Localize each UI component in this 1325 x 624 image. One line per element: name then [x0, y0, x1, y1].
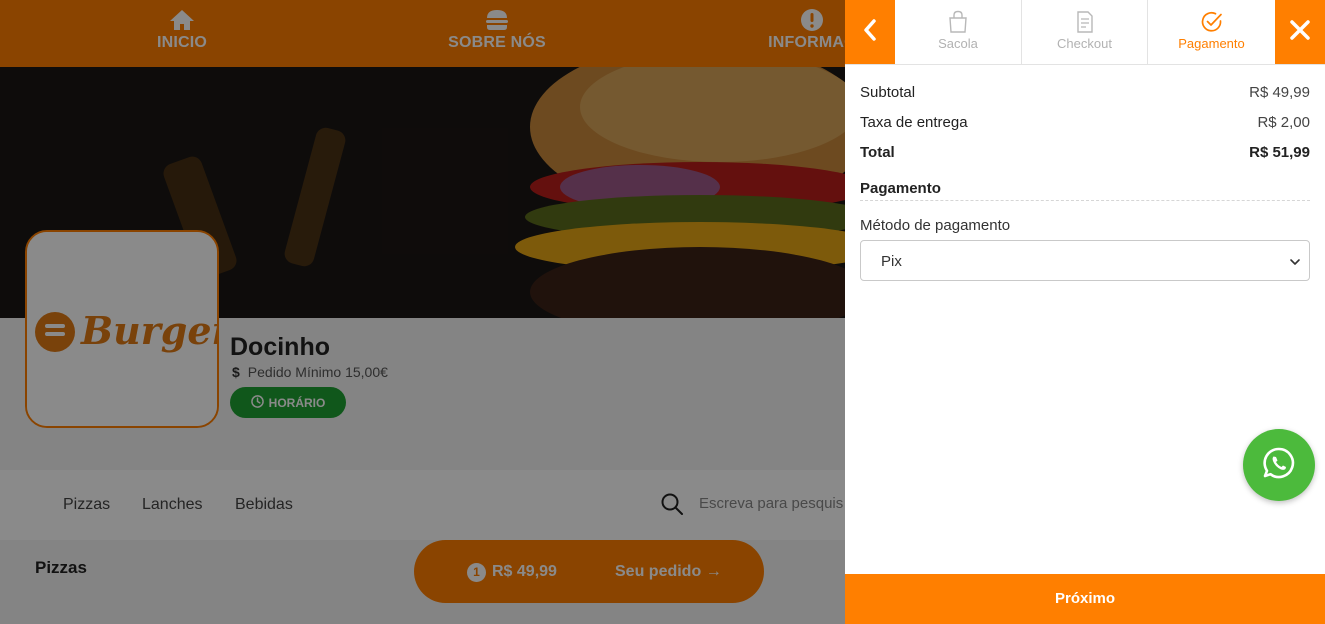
- checkout-steps: Sacola Checkout Pagamento: [845, 0, 1325, 65]
- chevron-down-icon: [1289, 255, 1301, 272]
- checkout-panel: Sacola Checkout Pagamento Subtotal R$ 49…: [845, 0, 1325, 624]
- whatsapp-button[interactable]: [1243, 429, 1315, 501]
- back-button[interactable]: [845, 0, 895, 64]
- delivery-fee-value: R$ 2,00: [1257, 114, 1310, 131]
- step-checkout[interactable]: Checkout: [1022, 0, 1148, 64]
- whatsapp-icon: [1261, 445, 1297, 486]
- total-label: Total: [860, 144, 895, 161]
- section-divider: [860, 200, 1310, 201]
- payment-section-title: Pagamento: [860, 180, 941, 197]
- check-circle-icon: [1200, 10, 1224, 39]
- payment-method-select[interactable]: Pix: [860, 240, 1310, 281]
- step-sacola[interactable]: Sacola: [895, 0, 1022, 64]
- delivery-fee-label: Taxa de entrega: [860, 114, 968, 131]
- subtotal-label: Subtotal: [860, 84, 916, 101]
- next-button[interactable]: Próximo: [845, 574, 1325, 624]
- close-icon: [1289, 19, 1311, 46]
- payment-method-value: Pix: [881, 253, 902, 270]
- step-label: Sacola: [938, 36, 978, 51]
- chevron-left-icon: [862, 18, 878, 47]
- total-value: R$ 51,99: [1249, 144, 1310, 161]
- document-icon: [1075, 10, 1095, 39]
- payment-method-label: Método de pagamento: [860, 217, 1011, 234]
- step-pagamento[interactable]: Pagamento: [1148, 0, 1275, 64]
- step-label: Pagamento: [1178, 36, 1245, 51]
- subtotal-value: R$ 49,99: [1249, 84, 1310, 101]
- close-button[interactable]: [1275, 0, 1325, 64]
- step-label: Checkout: [1057, 36, 1112, 51]
- bag-icon: [947, 10, 969, 39]
